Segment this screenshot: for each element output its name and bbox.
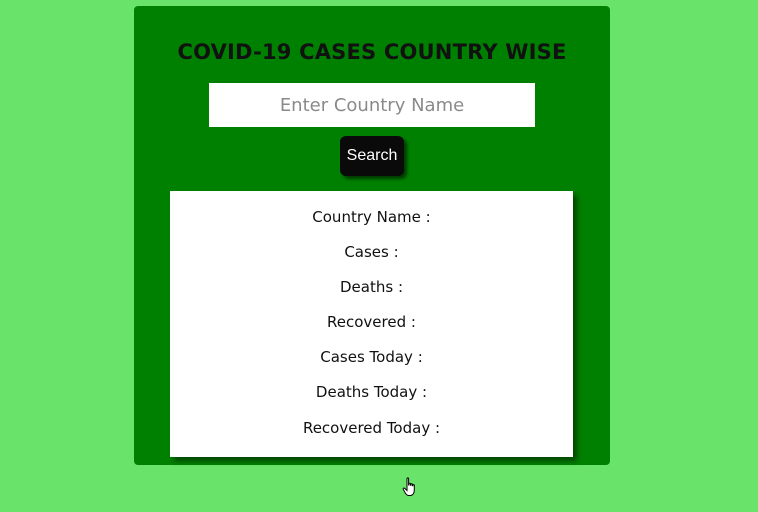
recovered-label: Recovered :	[327, 313, 416, 331]
result-country-name: Country Name :	[170, 208, 573, 226]
deaths-label: Deaths :	[340, 278, 403, 296]
cases-label: Cases :	[344, 243, 399, 261]
results-panel: Country Name : Cases : Deaths : Recovere…	[170, 191, 573, 457]
search-button[interactable]: Search	[340, 136, 404, 176]
result-cases: Cases :	[170, 243, 573, 261]
result-recovered: Recovered :	[170, 313, 573, 331]
country-name-label: Country Name :	[312, 208, 431, 226]
page-title: COVID-19 CASES COUNTRY WISE	[177, 40, 567, 64]
hand-pointer-icon	[402, 477, 415, 496]
result-deaths-today: Deaths Today :	[170, 383, 573, 401]
result-deaths: Deaths :	[170, 278, 573, 296]
country-search-input[interactable]	[209, 83, 535, 127]
cases-today-label: Cases Today :	[320, 348, 423, 366]
result-recovered-today: Recovered Today :	[170, 419, 573, 437]
recovered-today-label: Recovered Today :	[302, 419, 441, 437]
result-cases-today: Cases Today :	[170, 348, 573, 366]
deaths-today-label: Deaths Today :	[315, 383, 428, 401]
covid-search-card: COVID-19 CASES COUNTRY WISE Search Count…	[134, 6, 610, 465]
